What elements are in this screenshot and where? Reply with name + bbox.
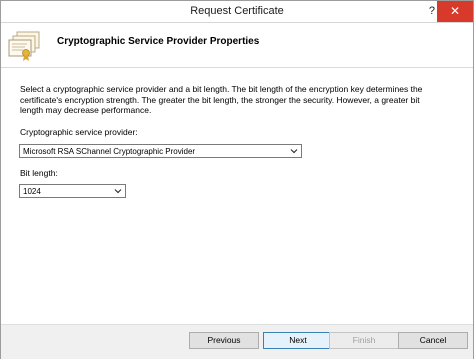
wizard-content: Select a cryptographic service provider … <box>1 68 473 324</box>
certificates-icon <box>8 31 40 61</box>
help-button[interactable]: ? <box>429 5 435 17</box>
chevron-down-icon <box>114 189 122 194</box>
title-bar: Request Certificate ? ✕ <box>1 1 473 23</box>
provider-select-value: Microsoft RSA SChannel Cryptographic Pro… <box>23 147 196 156</box>
request-certificate-window: Request Certificate ? ✕ Cryptographic Se… <box>0 0 474 359</box>
previous-button[interactable]: Previous <box>189 332 259 349</box>
finish-button[interactable]: Finish <box>329 332 399 349</box>
wizard-footer: Previous Next Finish Cancel <box>1 324 473 359</box>
close-button[interactable]: ✕ <box>437 1 473 22</box>
next-button[interactable]: Next <box>263 332 333 349</box>
chevron-down-icon <box>290 149 298 154</box>
description-text: Select a cryptographic service provider … <box>20 84 423 115</box>
page-title: Cryptographic Service Provider Propertie… <box>57 36 260 47</box>
wizard-header: Cryptographic Service Provider Propertie… <box>1 23 473 68</box>
provider-label: Cryptographic service provider: <box>20 127 138 137</box>
bit-length-select-value: 1024 <box>23 187 41 196</box>
cancel-button[interactable]: Cancel <box>398 332 468 349</box>
bit-length-label: Bit length: <box>20 168 58 178</box>
provider-select[interactable]: Microsoft RSA SChannel Cryptographic Pro… <box>19 144 302 158</box>
window-title: Request Certificate <box>190 5 284 17</box>
bit-length-select[interactable]: 1024 <box>19 184 126 198</box>
